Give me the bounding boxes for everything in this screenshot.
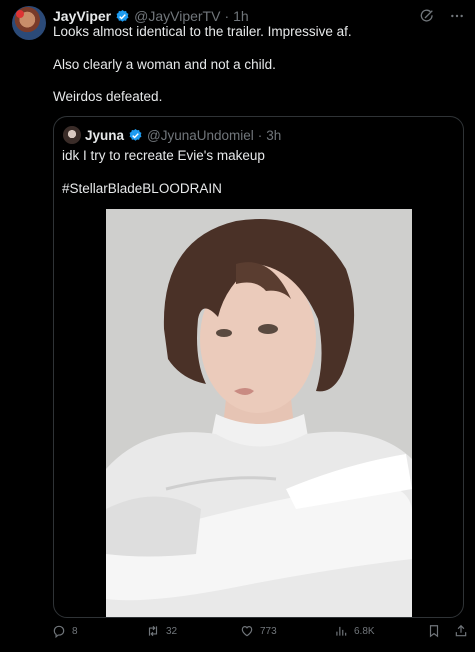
verified-badge-icon (129, 128, 142, 141)
view-count: 6.8K (354, 625, 375, 637)
views-icon (336, 626, 347, 636)
author-name[interactable]: JayViper (53, 8, 111, 24)
author-handle[interactable]: @JayViperTV (134, 8, 220, 24)
share-icon (455, 624, 467, 637)
repost-icon (148, 625, 158, 637)
bookmark-button[interactable] (427, 624, 441, 638)
share-button[interactable] (454, 624, 468, 638)
quoted-author-avatar[interactable] (63, 126, 81, 144)
tweet-header: JayViper @JayViperTV · 1h (53, 6, 249, 26)
grok-icon[interactable] (419, 8, 435, 24)
quoted-hashtag[interactable]: #StellarBladeBLOODRAIN (62, 181, 265, 198)
more-icon[interactable] (449, 8, 465, 24)
separator-dot: · (224, 8, 230, 24)
quoted-post-time[interactable]: 3h (266, 128, 281, 143)
quoted-tweet[interactable]: Jyuna @JyunaUndomiel · 3h idk I try to r… (53, 116, 464, 618)
quoted-author-handle[interactable]: @JyunaUndomiel (147, 128, 254, 143)
repost-count: 32 (166, 625, 178, 637)
quoted-line: idk I try to recreate Evie's makeup (62, 148, 265, 163)
bookmark-icon (429, 625, 439, 638)
like-button[interactable]: 773 (240, 624, 277, 638)
reply-button[interactable]: 8 (52, 624, 78, 638)
post-time[interactable]: 1h (233, 8, 249, 24)
author-avatar[interactable] (12, 6, 46, 40)
quoted-author-name[interactable]: Jyuna (85, 128, 124, 143)
reply-count: 8 (72, 625, 78, 637)
quoted-tweet-text: idk I try to recreate Evie's makeup #Ste… (62, 148, 265, 213)
tweet: JayViper @JayViperTV · 1h Looks almost i… (0, 0, 475, 652)
like-count: 773 (260, 625, 277, 637)
views-button[interactable]: 6.8K (334, 624, 375, 638)
tweet-text: Looks almost identical to the trailer. I… (53, 24, 463, 122)
quoted-tweet-header: Jyuna @JyunaUndomiel · 3h (85, 126, 281, 144)
separator-dot: · (257, 127, 263, 143)
tweet-line: Weirdos defeated. (53, 89, 163, 104)
tweet-line: Also clearly a woman and not a child. (53, 56, 276, 72)
repost-button[interactable]: 32 (146, 624, 177, 638)
like-icon (241, 626, 253, 637)
reply-icon (53, 625, 65, 638)
portrait-illustration (106, 209, 412, 617)
tweet-line: Looks almost identical to the trailer. I… (53, 24, 352, 39)
quoted-photo[interactable] (106, 209, 412, 617)
action-bar: 8 32 773 6.8K (52, 624, 468, 644)
verified-badge-icon (116, 9, 129, 22)
tweet-top-actions (419, 8, 465, 24)
